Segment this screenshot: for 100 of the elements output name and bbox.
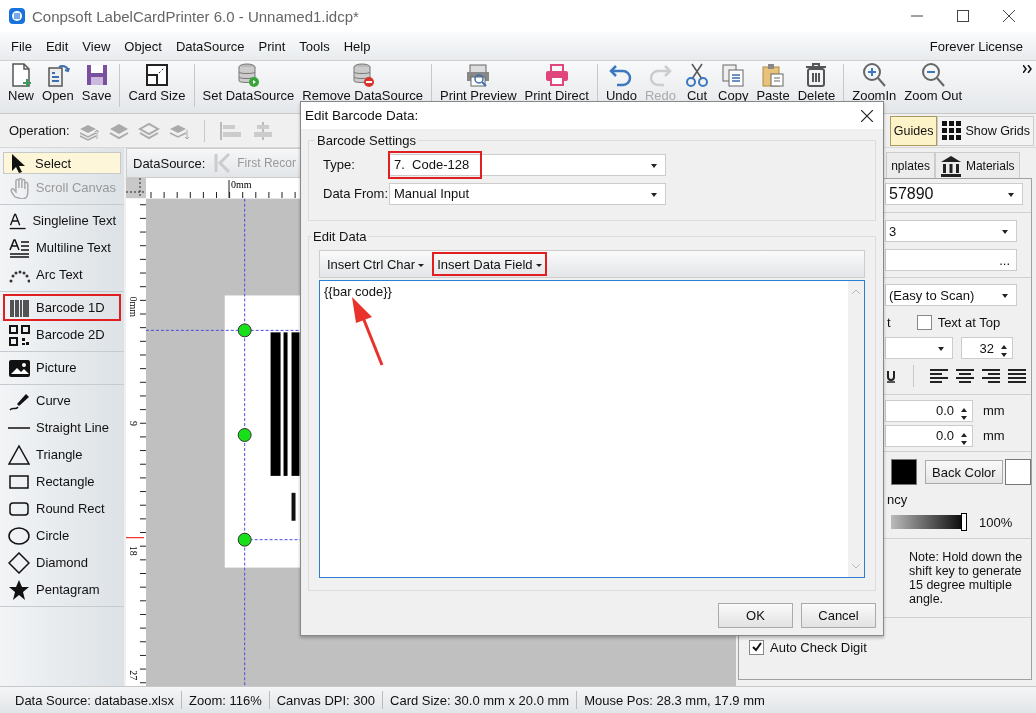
- toolbar-button[interactable]: ZoomIn: [848, 62, 901, 106]
- print-preview-icon: [465, 62, 492, 88]
- type-label: Type:: [323, 157, 356, 172]
- toolbar-button[interactable]: Cut: [680, 62, 715, 106]
- overflow-chevron-icon[interactable]: [1023, 65, 1032, 73]
- toolbar-button[interactable]: Card Size: [124, 62, 190, 106]
- multiline-text-icon: [8, 236, 30, 259]
- dialog-title: Edit Barcode Data:: [305, 108, 419, 123]
- browse-button[interactable]: ...: [885, 249, 1017, 271]
- group-title: Edit Data: [312, 229, 368, 244]
- tool-button[interactable]: Pentagram: [3, 576, 121, 603]
- toolbar-button[interactable]: Set DataSource: [198, 62, 299, 106]
- grid-icon: [941, 120, 963, 141]
- menu-item[interactable]: View: [75, 38, 118, 54]
- copy-icon: [720, 62, 747, 88]
- selection-handle[interactable]: [237, 428, 252, 442]
- barcode-type-select[interactable]: 3: [885, 220, 1017, 242]
- tool-button[interactable]: Select: [3, 152, 121, 174]
- tool-button[interactable]: Round Rect: [3, 495, 121, 522]
- offset-spinner[interactable]: 0.0: [885, 399, 973, 422]
- printer-icon: [543, 62, 570, 88]
- unit-label: mm: [983, 428, 1005, 443]
- tool-button[interactable]: Singleline Text: [3, 207, 121, 234]
- museum-icon: [939, 154, 962, 177]
- card-size-icon: [144, 62, 170, 88]
- back-color-swatch[interactable]: [1004, 459, 1031, 485]
- toolbar-button[interactable]: Delete: [793, 62, 840, 106]
- view-toggle-button[interactable]: Show Grids: [937, 115, 1034, 146]
- offset-spinner[interactable]: 0.0: [885, 424, 973, 447]
- tool-button[interactable]: Multiline Text: [3, 234, 121, 261]
- panel-tab[interactable]: nplates: [886, 152, 935, 178]
- tool-button[interactable]: Picture: [3, 354, 121, 381]
- barcode-value-select[interactable]: 57890: [885, 183, 1023, 205]
- tool-button[interactable]: Triangle: [3, 441, 121, 468]
- zoom-out-icon: [920, 62, 947, 88]
- align-center-icon: [956, 368, 974, 384]
- transparency-slider[interactable]: [891, 513, 967, 531]
- star-icon: [8, 578, 30, 601]
- menu-item[interactable]: DataSource: [168, 38, 252, 54]
- tool-button[interactable]: Straight Line: [3, 414, 121, 441]
- hand-icon: [8, 176, 30, 199]
- menu-item[interactable]: Print: [251, 38, 293, 54]
- note-text: Note: Hold down the shift key to generate 15 degree multiple angle.: [909, 550, 1024, 606]
- tool-button[interactable]: Diamond: [3, 549, 121, 576]
- auto-check-digit-checkbox[interactable]: Auto Check Digit: [749, 639, 867, 655]
- tool-button[interactable]: Rectangle: [3, 468, 121, 495]
- data-from-select[interactable]: Manual Input: [389, 182, 666, 205]
- insert-menu-button[interactable]: Insert Data Field: [432, 252, 547, 276]
- menu-item[interactable]: File: [4, 38, 39, 54]
- status-text: Zoom: 116%: [188, 692, 263, 708]
- insert-menu-button[interactable]: Insert Ctrl Char: [322, 252, 430, 276]
- scissors-icon: [684, 62, 711, 88]
- toolbar-button[interactable]: Zoom Out: [900, 62, 967, 106]
- slider-thumb[interactable]: [961, 513, 967, 531]
- selection-handle[interactable]: [237, 323, 252, 338]
- align-right-icon: [982, 368, 1000, 384]
- text-at-top-checkbox[interactable]: Text at Top: [916, 314, 1001, 330]
- back-color-button[interactable]: Back Color: [925, 460, 1003, 484]
- status-text: Mouse Pos: 28.3 mm, 17.9 mm: [583, 692, 766, 708]
- close-icon[interactable]: [861, 109, 873, 122]
- dialog-button[interactable]: OK: [718, 603, 793, 628]
- tool-button[interactable]: Circle: [3, 522, 121, 549]
- align-left-icon: [930, 368, 948, 384]
- toolbar-button[interactable]: Undo: [601, 62, 641, 106]
- fore-color-swatch[interactable]: [891, 459, 917, 485]
- diamond-icon: [8, 551, 30, 574]
- triangle-icon: [8, 443, 30, 466]
- type-select[interactable]: 7. Code-128: [389, 153, 666, 176]
- tool-button[interactable]: Arc Text: [3, 261, 121, 288]
- license-label: Forever License: [929, 38, 1024, 54]
- maximize-icon[interactable]: [957, 10, 969, 22]
- data-from-label: Data From:: [323, 186, 389, 201]
- zoom-in-icon: [861, 62, 888, 88]
- toolbar-button[interactable]: New: [4, 62, 38, 106]
- menu-item[interactable]: Tools: [292, 38, 337, 54]
- panel-tab[interactable]: Materials: [934, 152, 1020, 178]
- datasource-label: DataSource:: [133, 155, 206, 171]
- ruler-label: 0mm: [231, 179, 252, 190]
- tool-button[interactable]: Barcode 1D: [3, 294, 121, 321]
- menu-item[interactable]: Edit: [38, 38, 76, 54]
- tool-button[interactable]: Curve: [3, 387, 121, 414]
- font-size-spinner[interactable]: 32: [961, 337, 1013, 359]
- justify-icon: [1008, 368, 1026, 384]
- group-title: Barcode Settings: [316, 133, 417, 148]
- menu-item[interactable]: Help: [336, 38, 378, 54]
- tool-button[interactable]: Barcode 2D: [3, 321, 121, 348]
- barcode-mode-select[interactable]: (Easy to Scan): [885, 284, 1017, 306]
- app-logo-icon: [9, 8, 25, 24]
- status-text: Data Source: database.xlsx: [14, 692, 175, 708]
- dialog-button[interactable]: Cancel: [801, 603, 876, 628]
- selection-handle[interactable]: [237, 532, 252, 547]
- menu-item[interactable]: Object: [117, 38, 169, 54]
- circle-icon: [8, 524, 30, 547]
- toolbar-button[interactable]: Save: [77, 62, 116, 106]
- window-title: Conpsoft LabelCardPrinter 6.0 - Unnamed1.idcp*: [32, 7, 359, 25]
- close-icon[interactable]: [1003, 10, 1015, 22]
- view-toggle-button[interactable]: Guides: [889, 115, 938, 146]
- status-text: Card Size: 30.0 mm x 20.0 mm: [389, 692, 571, 708]
- ruler-label: 18: [128, 545, 139, 556]
- toolbar-button[interactable]: Open: [38, 62, 78, 106]
